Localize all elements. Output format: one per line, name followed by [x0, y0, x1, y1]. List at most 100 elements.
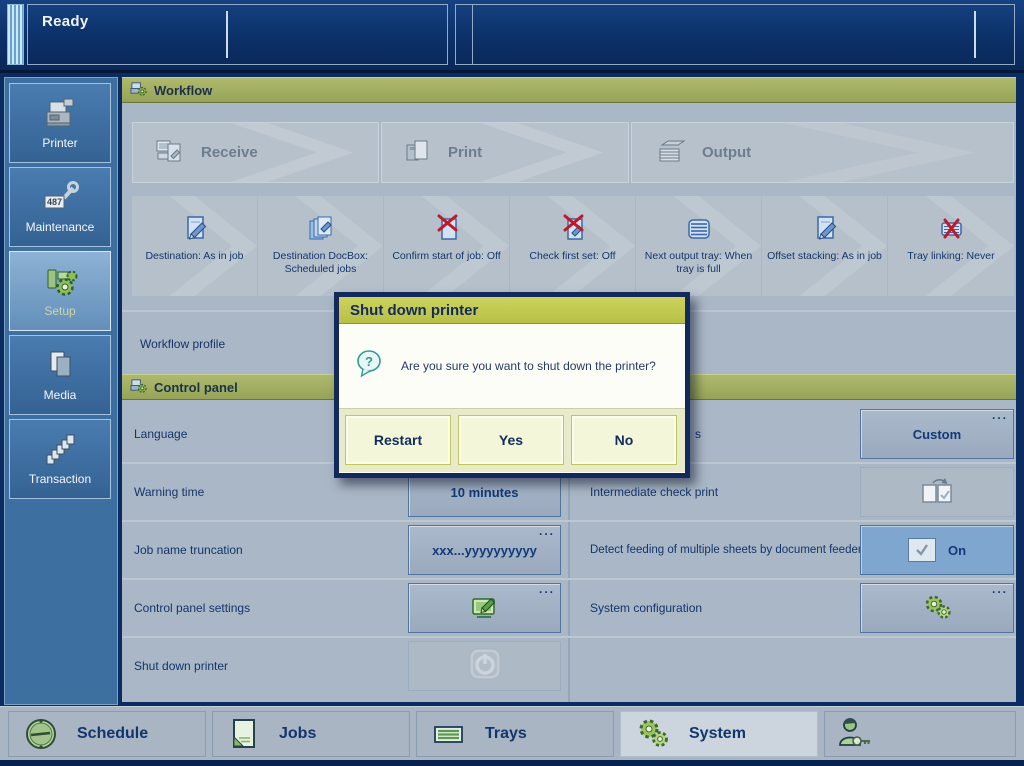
operator-key-icon [835, 716, 873, 752]
more-indicator: ... [539, 582, 555, 596]
print-button[interactable]: Print [381, 122, 629, 183]
row-label-fragment: s [695, 427, 701, 441]
no-button[interactable]: No [571, 415, 677, 465]
operator-login-button[interactable] [824, 711, 1016, 757]
row-label: Job name truncation [134, 543, 243, 557]
sidebar-item-media[interactable]: Media [9, 335, 111, 415]
doc-crossed-icon [510, 210, 635, 248]
printer-gear-icon [130, 80, 147, 100]
shutdown-dialog: Shut down printer ? Are you sure you wan… [334, 292, 690, 478]
stripe-decoration [7, 4, 24, 65]
row-label: Shut down printer [134, 659, 228, 673]
svg-text:?: ? [365, 354, 373, 369]
printer-status-text: Ready [42, 13, 89, 30]
row-label: Intermediate check print [590, 485, 718, 499]
dialog-message: Are you sure you want to shut down the p… [401, 324, 656, 408]
sidebar-item-label: Setup [10, 304, 110, 318]
counter-digits: 487 [47, 197, 62, 207]
doc-edit-icon [132, 210, 257, 248]
dialog-footer: Restart Yes No [339, 408, 685, 472]
section-title: Control panel [154, 380, 238, 395]
restart-button[interactable]: Restart [345, 415, 451, 465]
shut-down-printer-row: Shut down printer [122, 638, 568, 694]
tab-trays[interactable]: Trays [416, 711, 614, 757]
sidebar-item-label: Transaction [10, 472, 110, 486]
check-first-set-setting[interactable]: Check first set: Off [510, 196, 635, 296]
control-panel-settings-row: Control panel settings ... [122, 580, 568, 636]
tab-schedule[interactable]: Schedule [8, 711, 206, 757]
screen-bottom-edge [0, 760, 1024, 766]
more-indicator: ... [992, 582, 1008, 596]
sidebar: Printer 487 Maintenance [4, 77, 118, 705]
sidebar-item-setup[interactable]: Setup [9, 251, 111, 331]
intermediate-check-print-button[interactable] [860, 467, 1014, 517]
printer-gear-icon [130, 377, 147, 397]
row-label: Detect feeding of multiple sheets by doc… [590, 544, 862, 556]
clock-icon [23, 716, 59, 752]
tray-crossed-icon [888, 210, 1014, 248]
output-tray-icon [636, 210, 761, 248]
next-output-tray-setting[interactable]: Next output tray: When tray is full [636, 196, 761, 296]
tab-label: Schedule [77, 725, 148, 743]
job-name-truncation-row: Job name truncation ... xxx...yyyyyyyyyy [122, 522, 568, 578]
system-gears-icon [635, 716, 671, 752]
destination-setting[interactable]: Destination: As in job [132, 196, 257, 296]
sidebar-item-transaction[interactable]: Transaction [9, 419, 111, 499]
yes-button[interactable]: Yes [458, 415, 564, 465]
shut-down-printer-button[interactable] [408, 641, 561, 691]
tab-system[interactable]: System [620, 711, 818, 757]
sidebar-item-printer[interactable]: Printer [9, 83, 111, 163]
truncation-pattern-value: xxx...yyyyyyyyyy [432, 543, 537, 558]
sidebar-item-label: Media [10, 388, 110, 402]
tab-label: Trays [485, 725, 527, 743]
edit-settings-icon [468, 592, 502, 625]
destination-docbox-setting[interactable]: Destination DocBox: Scheduled jobs [258, 196, 383, 296]
section-title: Workflow [154, 83, 212, 98]
system-configuration-button[interactable]: ... [860, 583, 1014, 633]
output-icon [654, 137, 686, 169]
detect-multiple-sheets-toggle[interactable]: On [860, 525, 1014, 575]
sidebar-item-maintenance[interactable]: 487 Maintenance [9, 167, 111, 247]
bottom-tab-bar: Schedule Jobs Trays [0, 706, 1024, 760]
status-panel-right [455, 4, 1015, 65]
status-divider [974, 11, 976, 58]
sidebar-item-label: Maintenance [10, 220, 110, 234]
media-icon [10, 344, 110, 388]
printer-control-screen: Ready Printer [0, 0, 1024, 766]
job-name-truncation-button[interactable]: ... xxx...yyyyyyyyyy [408, 525, 561, 575]
warning-time-value: 10 minutes [451, 485, 519, 500]
offset-stacking-setting[interactable]: Offset stacking: As in job [762, 196, 887, 296]
sidebar-item-label: Printer [10, 136, 110, 150]
trays-icon [431, 717, 467, 751]
more-indicator: ... [992, 408, 1008, 422]
doc-edit-icon [762, 210, 887, 248]
output-button[interactable]: Output [631, 122, 1014, 183]
setting-label: Next output tray: When tray is full [636, 248, 761, 276]
toggle-value: On [948, 543, 966, 558]
gears-icon [921, 592, 953, 625]
setting-label: Destination DocBox: Scheduled jobs [258, 248, 383, 276]
receive-icon [155, 137, 185, 169]
tray-linking-setting[interactable]: Tray linking: Never [888, 196, 1014, 296]
control-panel-settings-button[interactable]: ... [408, 583, 561, 633]
printer-icon [10, 92, 110, 136]
tab-label: Jobs [279, 725, 316, 743]
more-indicator: ... [539, 524, 555, 538]
dialog-body: ? Are you sure you want to shut down the… [339, 324, 685, 408]
custom-value: Custom [913, 427, 961, 442]
receive-button[interactable]: Receive [132, 122, 379, 183]
status-bar: Ready [0, 0, 1024, 73]
custom-button[interactable]: ... Custom [860, 409, 1014, 459]
docbox-stack-icon [258, 210, 383, 248]
detect-multiple-sheets-row: Detect feeding of multiple sheets by doc… [578, 522, 1016, 578]
print-label: Print [448, 144, 482, 161]
tab-jobs[interactable]: Jobs [212, 711, 410, 757]
confirm-start-setting[interactable]: Confirm start of job: Off [384, 196, 509, 296]
status-divider [472, 5, 473, 64]
dialog-title: Shut down printer [339, 297, 685, 324]
setting-label: Confirm start of job: Off [384, 248, 509, 263]
doc-crossed-icon [384, 210, 509, 248]
status-panel-left: Ready [27, 4, 448, 65]
jobs-doc-icon [227, 717, 261, 751]
maintenance-icon: 487 [10, 176, 110, 220]
